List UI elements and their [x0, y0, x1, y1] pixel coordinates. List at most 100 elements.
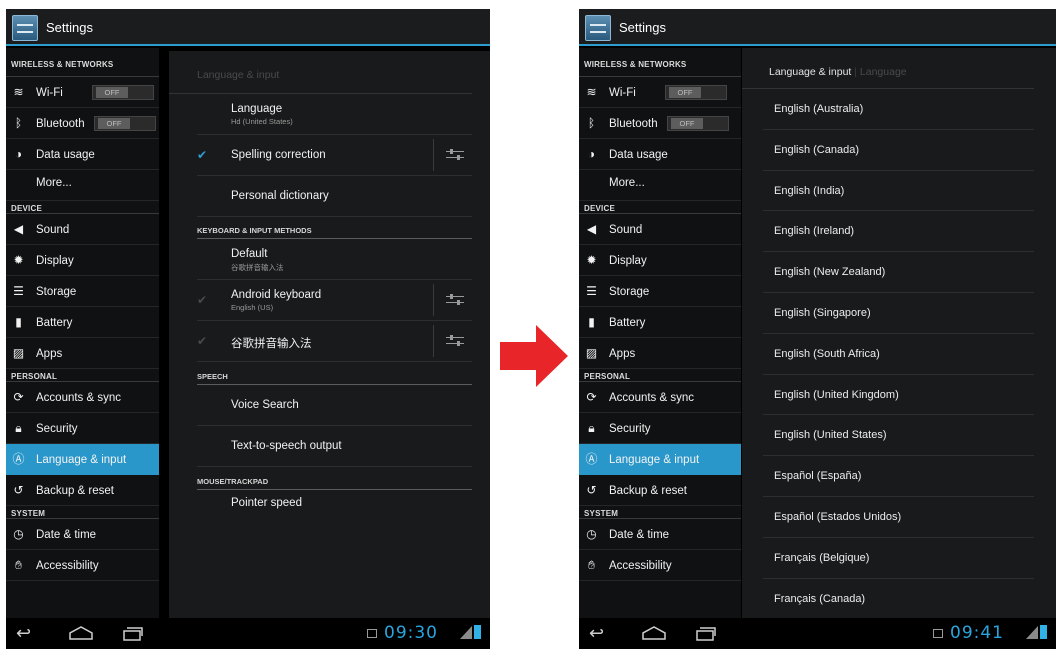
- sidebar-item-bluetooth[interactable]: ᛒ Bluetooth OFF: [6, 108, 159, 139]
- check-icon[interactable]: ✔: [197, 148, 211, 162]
- pinyin-input-setting[interactable]: ✔ 谷歌拼音输入法: [197, 321, 472, 362]
- sidebar-item-label: Accessibility: [36, 560, 99, 572]
- tablet-screen-before: Settings WIRELESS & NETWORKS ≋ Wi-Fi OFF…: [6, 9, 490, 649]
- language-option[interactable]: English (Australia): [763, 89, 1034, 130]
- home-icon[interactable]: [68, 626, 94, 640]
- breadcrumb-current[interactable]: Language & input: [769, 66, 851, 78]
- recent-apps-icon[interactable]: [123, 626, 143, 641]
- sidebar-item-accounts[interactable]: ⟳ Accounts & sync: [579, 382, 741, 413]
- language-option-label: English (Canada): [774, 143, 859, 156]
- sidebar-item-label: Wi-Fi: [609, 87, 636, 99]
- pointer-speed-setting[interactable]: Pointer speed: [197, 490, 472, 531]
- settings-sliders-icon[interactable]: [446, 333, 464, 349]
- check-icon[interactable]: ✔: [197, 334, 211, 348]
- spelling-correction-setting[interactable]: ✔ Spelling correction: [197, 135, 472, 176]
- toggle-label: OFF: [96, 87, 128, 98]
- sidebar-item-label: Bluetooth: [36, 118, 85, 130]
- sidebar-item-data-usage[interactable]: ◑ Data usage: [6, 139, 159, 170]
- sidebar-item-accessibility[interactable]: ✋︎ Accessibility: [579, 550, 741, 581]
- sidebar-item-storage[interactable]: ☰ Storage: [6, 276, 159, 307]
- sidebar-item-accounts[interactable]: ⟳ Accounts & sync: [6, 382, 159, 413]
- sidebar-item-language[interactable]: Ⓐ Language & input: [6, 444, 159, 475]
- sidebar-item-date[interactable]: ◷ Date & time: [579, 519, 741, 550]
- setting-subtitle: English (US): [231, 303, 274, 312]
- status-clock: 09:41: [950, 623, 1004, 643]
- language-option[interactable]: English (United Kingdom): [763, 375, 1034, 416]
- language-option[interactable]: Español (España): [763, 456, 1034, 497]
- sidebar-item-battery[interactable]: ▮ Battery: [6, 307, 159, 338]
- bluetooth-toggle[interactable]: OFF: [667, 116, 729, 131]
- sidebar-item-security[interactable]: 🔒︎ Security: [579, 413, 741, 444]
- sidebar-item-label: Sound: [609, 224, 643, 236]
- language-option[interactable]: English (Singapore): [763, 293, 1034, 334]
- sidebar-item-apps[interactable]: ▨ Apps: [579, 338, 741, 369]
- check-icon[interactable]: ✔: [197, 293, 211, 307]
- settings-sliders-icon[interactable]: [446, 292, 464, 308]
- settings-sliders-icon[interactable]: [446, 147, 464, 163]
- sync-icon: ⟳: [586, 390, 597, 404]
- speaker-icon: ◀: [13, 222, 24, 236]
- setting-title: Language: [231, 103, 283, 115]
- sidebar-item-backup[interactable]: ↺ Backup & reset: [579, 475, 741, 506]
- language-option[interactable]: Español (Estados Unidos): [763, 497, 1034, 538]
- sidebar-item-more[interactable]: More...: [579, 170, 741, 201]
- recent-apps-icon[interactable]: [696, 626, 716, 641]
- language-option[interactable]: English (Canada): [763, 130, 1034, 171]
- language-option[interactable]: English (New Zealand): [763, 252, 1034, 293]
- language-option[interactable]: Français (Belgique): [763, 538, 1034, 579]
- back-icon[interactable]: ↩: [589, 624, 604, 642]
- sidebar-item-apps[interactable]: ▨ Apps: [6, 338, 159, 369]
- language-option[interactable]: English (Ireland): [763, 211, 1034, 253]
- sidebar-item-more[interactable]: More...: [6, 170, 159, 201]
- sidebar-item-sound[interactable]: ◀ Sound: [579, 214, 741, 245]
- language-option-label: English (United States): [774, 429, 887, 442]
- android-keyboard-setting[interactable]: ✔ Android keyboard English (US): [197, 280, 472, 321]
- divider: [433, 325, 434, 357]
- sidebar-item-sound[interactable]: ◀ Sound: [6, 214, 159, 245]
- tts-setting[interactable]: Text-to-speech output: [197, 426, 472, 467]
- settings-app-icon[interactable]: [585, 15, 611, 41]
- sidebar-item-language[interactable]: Ⓐ Language & input: [579, 444, 741, 475]
- language-option[interactable]: English (India): [763, 171, 1034, 212]
- sidebar-item-data-usage[interactable]: ◑ Data usage: [579, 139, 741, 170]
- bluetooth-toggle[interactable]: OFF: [94, 116, 156, 131]
- sidebar-item-backup[interactable]: ↺ Backup & reset: [6, 475, 159, 506]
- language-option-label: English (India): [774, 184, 845, 197]
- toggle-label: OFF: [98, 118, 130, 129]
- back-icon[interactable]: ↩: [16, 624, 31, 642]
- wifi-toggle[interactable]: OFF: [665, 85, 727, 100]
- sidebar-item-accessibility[interactable]: ✋︎ Accessibility: [6, 550, 159, 581]
- personal-dictionary-setting[interactable]: Personal dictionary: [197, 176, 472, 217]
- screenshot-icon: [367, 629, 377, 638]
- action-bar: Settings: [579, 9, 1056, 46]
- sidebar-item-battery[interactable]: ▮ Battery: [579, 307, 741, 338]
- sidebar-item-wifi[interactable]: ≋ Wi-Fi OFF: [579, 77, 741, 108]
- language-option[interactable]: English (United States): [763, 415, 1034, 457]
- toggle-label: OFF: [669, 87, 701, 98]
- language-setting[interactable]: Language Hd (United States): [197, 94, 472, 135]
- sidebar-item-display[interactable]: ✹ Display: [579, 245, 741, 276]
- sidebar-item-storage[interactable]: ☰ Storage: [579, 276, 741, 307]
- sidebar-item-wifi[interactable]: ≋ Wi-Fi OFF: [6, 77, 159, 108]
- sidebar-item-display[interactable]: ✹ Display: [6, 245, 159, 276]
- voice-search-setting[interactable]: Voice Search: [197, 385, 472, 426]
- setting-title: Default: [231, 248, 268, 260]
- settings-app-icon[interactable]: [12, 15, 38, 41]
- setting-title: Voice Search: [231, 399, 299, 411]
- sidebar-item-label: Accessibility: [609, 560, 672, 572]
- default-input-setting[interactable]: Default 谷歌拼音输入法: [197, 239, 472, 280]
- settings-sidebar: WIRELESS & NETWORKS ≋ Wi-Fi OFF ᛒ Blueto…: [6, 48, 159, 618]
- sidebar-item-security[interactable]: 🔒︎ Security: [6, 413, 159, 444]
- home-icon[interactable]: [641, 626, 667, 640]
- language-option[interactable]: English (South Africa): [763, 334, 1034, 375]
- setting-title: Personal dictionary: [231, 190, 329, 202]
- setting-title: Text-to-speech output: [231, 440, 342, 452]
- wifi-toggle[interactable]: OFF: [92, 85, 154, 100]
- apps-icon: ▨: [585, 346, 598, 360]
- language-option[interactable]: Français (Canada): [763, 579, 1034, 618]
- bluetooth-icon: ᛒ: [587, 116, 596, 130]
- sidebar-item-date[interactable]: ◷ Date & time: [6, 519, 159, 550]
- clock-icon: ◷: [13, 527, 24, 541]
- sidebar-item-bluetooth[interactable]: ᛒ Bluetooth OFF: [579, 108, 741, 139]
- language-option-label: Français (Canada): [774, 592, 866, 605]
